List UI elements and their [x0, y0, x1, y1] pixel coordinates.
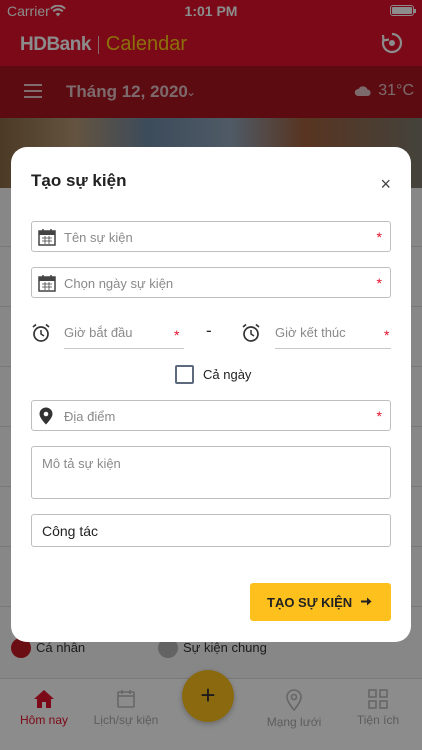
- time-separator: -: [206, 321, 212, 340]
- alarm-clock-icon: [31, 323, 51, 343]
- required-marker: *: [384, 327, 390, 343]
- start-time-field[interactable]: Giờ bắt đầu: [64, 325, 133, 340]
- event-date-field[interactable]: Chọn ngày sự kiện *: [31, 267, 391, 298]
- description-field[interactable]: Mô tả sự kiện: [31, 446, 391, 499]
- checkbox-icon[interactable]: [175, 365, 194, 384]
- all-day-checkbox[interactable]: Cả ngày: [175, 365, 251, 384]
- required-marker: *: [174, 327, 180, 343]
- calendar-icon: [38, 228, 56, 246]
- event-type-select[interactable]: Công tác: [31, 514, 391, 547]
- event-name-placeholder: Tên sự kiện: [64, 230, 133, 245]
- arrow-right-icon: [360, 595, 373, 608]
- required-marker: *: [376, 408, 382, 424]
- required-marker: *: [376, 229, 382, 245]
- time-range-row: Giờ bắt đầu * - Giờ kết thúc *: [31, 319, 391, 349]
- create-event-button[interactable]: TẠO SỰ KIỆN: [250, 583, 391, 621]
- create-event-label: TẠO SỰ KIỆN: [267, 595, 353, 610]
- description-placeholder: Mô tả sự kiện: [42, 456, 121, 471]
- end-time-field[interactable]: Giờ kết thúc: [275, 325, 346, 340]
- alarm-clock-icon: [241, 323, 261, 343]
- location-placeholder: Địa điểm: [64, 409, 116, 424]
- event-date-placeholder: Chọn ngày sự kiện: [64, 276, 174, 291]
- event-name-field[interactable]: Tên sự kiện *: [31, 221, 391, 252]
- close-icon[interactable]: ×: [380, 175, 391, 193]
- all-day-label: Cả ngày: [203, 367, 252, 382]
- event-type-value: Công tác: [42, 523, 99, 539]
- end-time-underline: [275, 348, 391, 349]
- create-event-dialog: Tạo sự kiện × Tên sự kiện * Chọn ngày sự…: [11, 147, 411, 642]
- calendar-icon: [38, 274, 56, 292]
- start-time-underline: [64, 348, 184, 349]
- required-marker: *: [376, 275, 382, 291]
- location-field[interactable]: Địa điểm *: [31, 400, 391, 431]
- dialog-title: Tạo sự kiện: [31, 171, 127, 190]
- location-pin-icon: [38, 407, 56, 425]
